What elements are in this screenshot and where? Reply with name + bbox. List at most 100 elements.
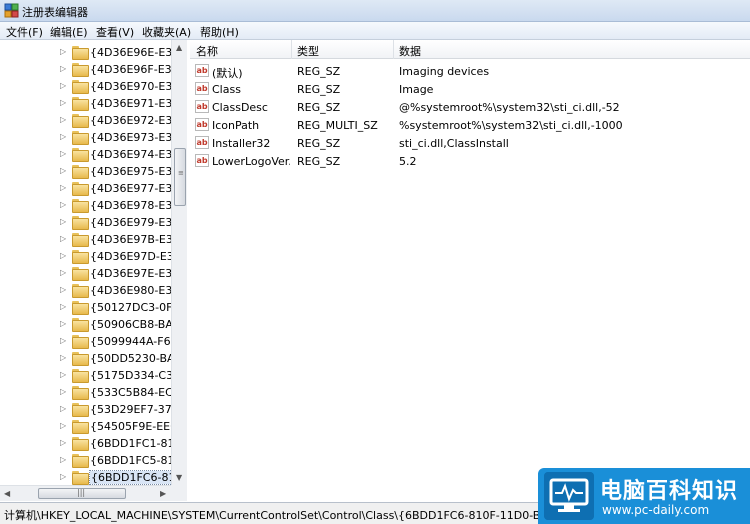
tree-item[interactable]: ▷ {5175D334-C371 <box>0 367 175 384</box>
value-data: 5.2 <box>399 155 417 168</box>
scroll-down-arrow-icon[interactable]: ▼ <box>176 473 182 482</box>
tree-item[interactable]: ▷ {4D36E980-E325 <box>0 282 175 299</box>
expand-arrow-icon[interactable]: ▷ <box>60 132 66 141</box>
folder-icon <box>72 420 89 434</box>
scroll-thumb-horizontal[interactable]: ||| <box>38 488 126 499</box>
tree-item-label: {533C5B84-EC70 <box>90 386 175 399</box>
menu-edit[interactable]: 编辑(E) <box>50 24 88 40</box>
string-value-icon: ab <box>195 136 209 149</box>
tree-item[interactable]: ▷ {4D36E97E-E325 <box>0 265 175 282</box>
folder-icon <box>72 63 89 77</box>
list-header: 名称 类型 数据 <box>190 40 750 59</box>
scroll-thumb[interactable]: ≡ <box>174 148 186 206</box>
tree-item[interactable]: ▷ {4D36E977-E325 <box>0 180 175 197</box>
tree-item[interactable]: ▷ {4D36E972-E325 <box>0 112 175 129</box>
expand-arrow-icon[interactable]: ▷ <box>60 98 66 107</box>
value-row[interactable]: ab IconPath REG_MULTI_SZ %systemroot%\syste… <box>190 116 750 134</box>
expand-arrow-icon[interactable]: ▷ <box>60 47 66 56</box>
scroll-up-arrow-icon[interactable]: ▲ <box>176 43 182 52</box>
value-name: ClassDesc <box>212 101 268 114</box>
string-value-icon: ab <box>195 82 209 95</box>
string-value-icon: ab <box>195 100 209 113</box>
column-divider[interactable] <box>291 40 292 59</box>
expand-arrow-icon[interactable]: ▷ <box>60 200 66 209</box>
expand-arrow-icon[interactable]: ▷ <box>60 387 66 396</box>
expand-arrow-icon[interactable]: ▷ <box>60 149 66 158</box>
tree-item[interactable]: ▷ {50DD5230-BA8A <box>0 350 175 367</box>
menu-view[interactable]: 查看(V) <box>96 24 134 40</box>
scroll-left-arrow-icon[interactable]: ◀ <box>4 489 10 498</box>
value-row[interactable]: ab Class REG_SZ Image <box>190 80 750 98</box>
expand-arrow-icon[interactable]: ▷ <box>60 183 66 192</box>
tree-item[interactable]: ▷ {5099944A-F6B9 <box>0 333 175 350</box>
tree-item[interactable]: ▷ {4D36E970-E325 <box>0 78 175 95</box>
tree-vertical-scrollbar[interactable]: ▲ ≡ ▼ <box>171 40 187 485</box>
expand-arrow-icon[interactable]: ▷ <box>60 472 66 481</box>
tree-item-label: {4D36E973-E325 <box>90 131 175 144</box>
folder-icon <box>72 369 89 383</box>
tree-item[interactable]: ▷ {4D36E971-E325 <box>0 95 175 112</box>
tree-item-label: {6BDD1FC1-810F <box>90 437 175 450</box>
expand-arrow-icon[interactable]: ▷ <box>60 234 66 243</box>
expand-arrow-icon[interactable]: ▷ <box>60 421 66 430</box>
column-header-data[interactable]: 数据 <box>399 43 421 59</box>
folder-icon <box>72 318 89 332</box>
tree-item-label: {4D36E975-E325 <box>90 165 175 178</box>
expand-arrow-icon[interactable]: ▷ <box>60 268 66 277</box>
folder-icon <box>72 386 89 400</box>
column-divider[interactable] <box>393 40 394 59</box>
tree-item-label: {4D36E97B-E325 <box>90 233 175 246</box>
tree-item[interactable]: ▷ {4D36E978-E325 <box>0 197 175 214</box>
tree-item[interactable]: ▷ {6BDD1FC5-810F <box>0 452 175 469</box>
tree-item[interactable]: ▷ {4D36E973-E325 <box>0 129 175 146</box>
scroll-right-arrow-icon[interactable]: ▶ <box>160 489 166 498</box>
column-header-name[interactable]: 名称 <box>196 43 218 59</box>
tree-item[interactable]: ▷ {50127DC3-0F36 <box>0 299 175 316</box>
tree-item-label: {50906CB8-BA12 <box>90 318 175 331</box>
tree-item[interactable]: ▷ {4D36E975-E325 <box>0 163 175 180</box>
expand-arrow-icon[interactable]: ▷ <box>60 353 66 362</box>
key-tree-pane[interactable]: ▷ {4D36E96E-E325 ▷ {4D36E96F-E325 ▷ {4D36E970… <box>0 40 187 501</box>
menu-help[interactable]: 帮助(H) <box>200 24 239 40</box>
tree-item[interactable]: ▷ {50906CB8-BA12 <box>0 316 175 333</box>
expand-arrow-icon[interactable]: ▷ <box>60 115 66 124</box>
tree-item[interactable]: ▷ {4D36E974-E325 <box>0 146 175 163</box>
value-row[interactable]: ab ClassDesc REG_SZ @%systemroot%\system32\… <box>190 98 750 116</box>
menu-favorites[interactable]: 收藏夹(A) <box>142 24 191 40</box>
tree-item[interactable]: ▷ {53D29EF7-377C <box>0 401 175 418</box>
expand-arrow-icon[interactable]: ▷ <box>60 81 66 90</box>
expand-arrow-icon[interactable]: ▷ <box>60 217 66 226</box>
tree-item[interactable]: ▷ {54505F9E-EE66 <box>0 418 175 435</box>
expand-arrow-icon[interactable]: ▷ <box>60 319 66 328</box>
tree-item[interactable]: ▷ {6BDD1FC6-810F <box>0 469 175 486</box>
expand-arrow-icon[interactable]: ▷ <box>60 64 66 73</box>
folder-icon <box>72 352 89 366</box>
scrollbar-corner <box>171 485 187 501</box>
tree-item[interactable]: ▷ {4D36E97B-E325 <box>0 231 175 248</box>
values-list-pane[interactable]: 名称 类型 数据 ab (默认) REG_SZ Imaging devices ab Cl… <box>190 40 750 501</box>
tree-horizontal-scrollbar[interactable]: ◀ ||| ▶ <box>0 485 187 501</box>
expand-arrow-icon[interactable]: ▷ <box>60 404 66 413</box>
tree-item[interactable]: ▷ {6BDD1FC1-810F <box>0 435 175 452</box>
expand-arrow-icon[interactable]: ▷ <box>60 285 66 294</box>
value-row[interactable]: ab Installer32 REG_SZ sti_ci.dll,ClassInsta… <box>190 134 750 152</box>
tree-item[interactable]: ▷ {4D36E96E-E325 <box>0 44 175 61</box>
menu-file[interactable]: 文件(F) <box>6 24 43 40</box>
tree-item[interactable]: ▷ {4D36E96F-E325 <box>0 61 175 78</box>
tree-item[interactable]: ▷ {4D36E97D-E325 <box>0 248 175 265</box>
expand-arrow-icon[interactable]: ▷ <box>60 251 66 260</box>
expand-arrow-icon[interactable]: ▷ <box>60 370 66 379</box>
value-type: REG_SZ <box>297 101 341 114</box>
column-header-type[interactable]: 类型 <box>297 43 319 59</box>
tree-item[interactable]: ▷ {4D36E979-E325 <box>0 214 175 231</box>
value-row[interactable]: ab (默认) REG_SZ Imaging devices <box>190 62 750 80</box>
expand-arrow-icon[interactable]: ▷ <box>60 438 66 447</box>
value-name: Installer32 <box>212 137 271 150</box>
tree-item[interactable]: ▷ {533C5B84-EC70 <box>0 384 175 401</box>
value-name: IconPath <box>212 119 260 132</box>
expand-arrow-icon[interactable]: ▷ <box>60 166 66 175</box>
expand-arrow-icon[interactable]: ▷ <box>60 336 66 345</box>
expand-arrow-icon[interactable]: ▷ <box>60 455 66 464</box>
value-row[interactable]: abLowerLogoVer... REG_SZ 5.2 <box>190 152 750 170</box>
expand-arrow-icon[interactable]: ▷ <box>60 302 66 311</box>
